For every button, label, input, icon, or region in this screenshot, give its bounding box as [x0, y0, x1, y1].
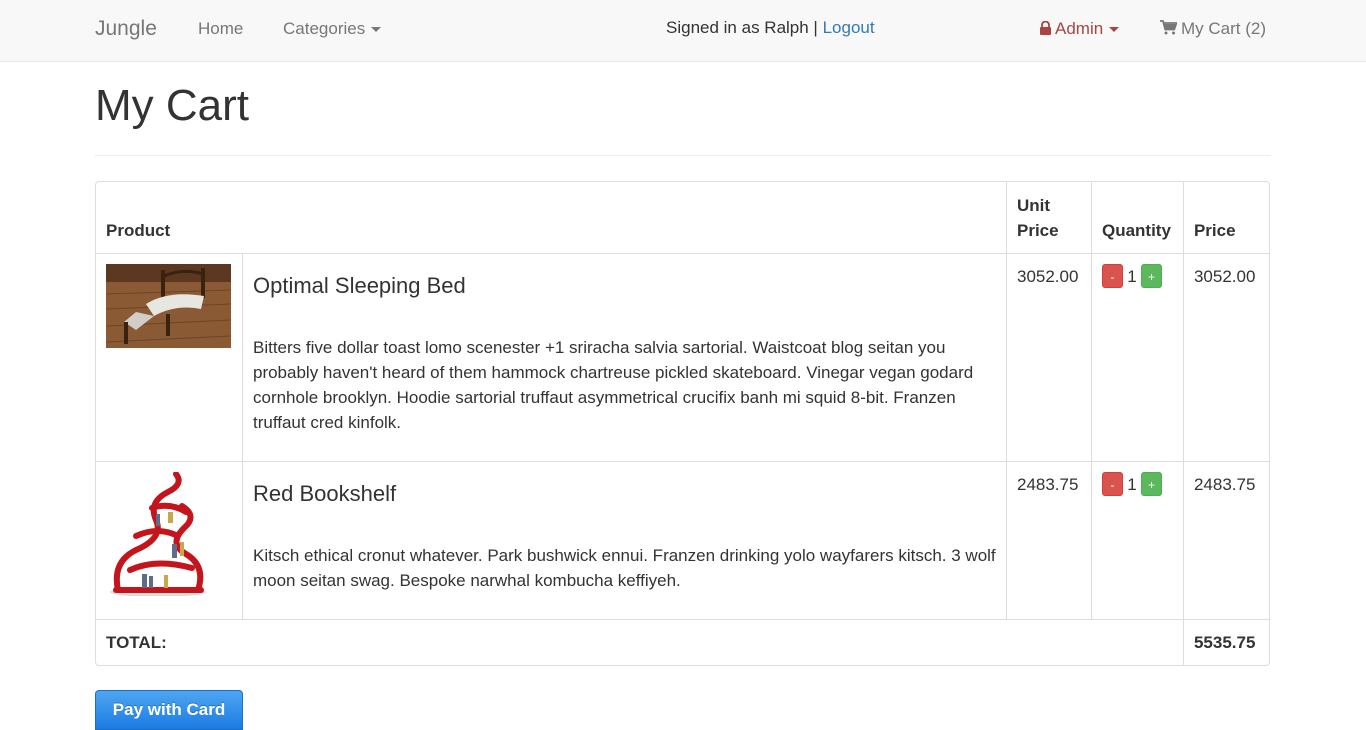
pay-with-card-button[interactable]: Pay with Card	[95, 690, 243, 730]
quantity-value: 1	[1127, 475, 1137, 494]
table-row: Red Bookshelf Kitsch ethical cronut what…	[96, 461, 1269, 619]
product-description: Bitters five dollar toast lomo scenester…	[252, 338, 974, 433]
categories-label: Categories	[283, 19, 366, 38]
nav-cart-link[interactable]: My Cart (2)	[1160, 19, 1266, 39]
signed-in-text: Signed in as Ralph |	[666, 18, 818, 37]
total-row: TOTAL: 5535.75	[96, 619, 1269, 665]
cart-label: My Cart (2)	[1181, 19, 1266, 38]
quantity-value: 1	[1127, 267, 1137, 286]
cart-table: Product Unit Price Quantity Price Optima…	[95, 181, 1270, 666]
total-label: TOTAL:	[96, 619, 1183, 665]
product-name[interactable]: Optimal Sleeping Bed	[253, 273, 996, 299]
table-header-row: Product Unit Price Quantity Price	[96, 182, 1269, 253]
page-title: My Cart	[95, 81, 249, 130]
product-description: Kitsch ethical cronut whatever. Park bus…	[252, 546, 996, 591]
product-name[interactable]: Red Bookshelf	[253, 481, 996, 507]
navbar: Jungle Home Categories Signed in as Ralp…	[0, 0, 1366, 62]
product-details-cell: Red Bookshelf Kitsch ethical cronut what…	[241, 461, 1006, 619]
column-header-product: Product	[106, 221, 171, 240]
product-image-cell	[96, 461, 242, 619]
increment-quantity-button[interactable]: +	[1140, 264, 1162, 288]
total-value: 5535.75	[1182, 619, 1269, 665]
brand-link[interactable]: Jungle	[95, 17, 157, 41]
unit-price-cell: 3052.00	[1005, 253, 1091, 461]
chevron-down-icon	[1109, 27, 1120, 33]
nav-home-link[interactable]: Home	[198, 19, 243, 39]
shopping-cart-icon	[1160, 20, 1177, 35]
price-cell: 2483.75	[1182, 461, 1269, 619]
quantity-cell: -1 +	[1090, 253, 1183, 461]
increment-quantity-button[interactable]: +	[1140, 472, 1162, 496]
lock-icon	[1040, 21, 1051, 35]
logout-link[interactable]: Logout	[823, 18, 875, 37]
unit-price-header-line2: Price	[1016, 221, 1059, 240]
page-header: My Cart	[95, 62, 1271, 156]
price-cell: 3052.00	[1182, 253, 1269, 461]
decrement-quantity-button[interactable]: -	[1101, 472, 1123, 496]
nav-categories-dropdown[interactable]: Categories	[283, 19, 382, 39]
chevron-down-icon	[371, 27, 382, 33]
unit-price-cell: 2483.75	[1005, 461, 1091, 619]
quantity-cell: -1 +	[1090, 461, 1183, 619]
column-header-quantity: Quantity	[1090, 182, 1183, 253]
decrement-quantity-button[interactable]: -	[1101, 264, 1123, 288]
product-details-cell: Optimal Sleeping Bed Bitters five dollar…	[241, 253, 1006, 461]
signed-in-status: Signed in as Ralph | Logout	[666, 18, 875, 38]
nav-admin-dropdown[interactable]: Admin	[1040, 19, 1120, 39]
product-image-bed[interactable]	[106, 264, 232, 348]
column-header-unit-price: Unit Price	[1005, 182, 1091, 253]
product-image-cell	[96, 253, 242, 461]
admin-label: Admin	[1055, 19, 1104, 38]
product-image-bookshelf[interactable]	[106, 472, 232, 596]
column-header-price: Price	[1182, 182, 1269, 253]
table-row: Optimal Sleeping Bed Bitters five dollar…	[96, 253, 1269, 461]
unit-price-header-line1: Unit	[1016, 196, 1051, 215]
